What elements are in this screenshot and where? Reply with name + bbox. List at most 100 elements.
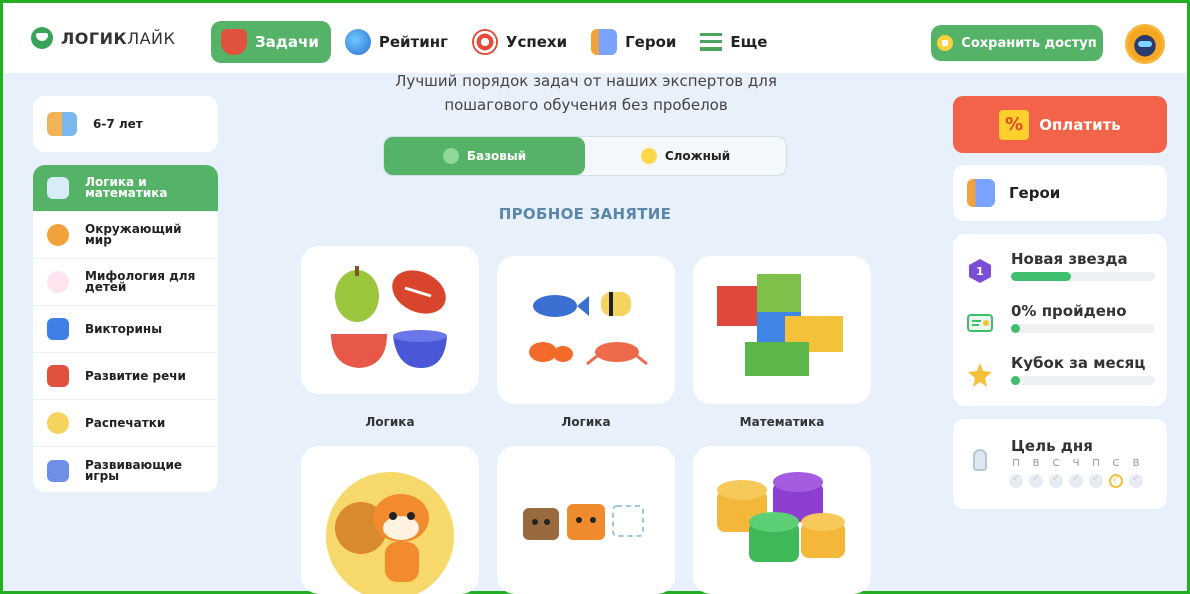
intro-text: Лучший порядок задач от наших экспертов … bbox=[343, 69, 829, 117]
subject-games[interactable]: Развивающие игры bbox=[33, 447, 218, 492]
fruits-cups-illustration bbox=[331, 266, 447, 368]
progress-title: Кубок за месяц bbox=[1011, 354, 1146, 372]
subject-logic-math[interactable]: Логика и математика bbox=[33, 165, 218, 212]
bee-icon bbox=[47, 412, 69, 434]
weekday-label: С bbox=[1112, 458, 1120, 469]
weekday-tracker: ПВСЧПСВ bbox=[1009, 458, 1143, 488]
progress-title: Новая звезда bbox=[1011, 250, 1128, 268]
weekday-label: В bbox=[1132, 458, 1140, 469]
nav-achievements[interactable]: Успехи bbox=[464, 21, 577, 63]
subject-label: Развивающие игры bbox=[85, 457, 183, 483]
robot-icon bbox=[47, 177, 69, 199]
subject-speech[interactable]: Развитие речи bbox=[33, 353, 218, 400]
logo-text: ЛОГИКЛАЙК bbox=[61, 28, 176, 48]
progress-bar bbox=[1011, 272, 1155, 281]
cylinders-illustration bbox=[717, 472, 845, 562]
intro-line-1: Лучший порядок задач от наших экспертов … bbox=[395, 72, 777, 90]
subject-label: Развитие речи bbox=[85, 368, 186, 383]
svg-text:1: 1 bbox=[976, 265, 984, 278]
progress-fill bbox=[1011, 324, 1020, 333]
task-card[interactable] bbox=[693, 446, 871, 594]
nav-label: Еще bbox=[730, 33, 768, 51]
fish-crab-illustration bbox=[529, 292, 648, 366]
robot-hero-icon bbox=[967, 179, 995, 207]
progress-row-cup: Кубок за месяц bbox=[967, 354, 1157, 398]
nav-label: Успехи bbox=[505, 33, 568, 51]
task-card[interactable] bbox=[497, 446, 675, 594]
lightbulb-icon bbox=[973, 449, 987, 471]
level-toggle: Базовый Сложный bbox=[383, 136, 787, 176]
subject-quizzes[interactable]: Викторины bbox=[33, 306, 218, 353]
progress-bar bbox=[1011, 376, 1155, 385]
card-label: Математика bbox=[739, 415, 825, 429]
certificate-icon bbox=[967, 314, 993, 332]
check-icon bbox=[1069, 473, 1083, 488]
heroes-card[interactable]: Герои bbox=[953, 165, 1167, 221]
logo[interactable]: ЛОГИКЛАЙК bbox=[31, 27, 175, 49]
nav-label: Задачи bbox=[255, 33, 319, 51]
subject-label: Мифология для детей bbox=[85, 269, 196, 294]
check-icon bbox=[1049, 473, 1063, 488]
weekday-label: П bbox=[1092, 458, 1100, 469]
top-bar: ЛОГИКЛАЙК Задачи Рейтинг Успехи Герои Ещ… bbox=[3, 3, 1187, 73]
level-basic-button[interactable]: Базовый bbox=[384, 137, 585, 175]
question-icon bbox=[47, 318, 69, 340]
card-label: Логика bbox=[365, 415, 415, 429]
weekday: В bbox=[1129, 458, 1143, 488]
kids-icon bbox=[47, 112, 77, 136]
age-label: 6-7 лет bbox=[93, 117, 143, 131]
main-nav: Задачи Рейтинг Успехи Герои Еще bbox=[211, 21, 777, 63]
intro-line-2: пошагового обучения без пробелов bbox=[444, 96, 728, 114]
weekday: П bbox=[1089, 458, 1103, 488]
subject-world[interactable]: Окружающий мир bbox=[33, 212, 218, 259]
nav-heroes[interactable]: Герои bbox=[583, 21, 686, 63]
nav-more[interactable]: Еще bbox=[692, 21, 777, 63]
weekday: В bbox=[1029, 458, 1043, 488]
task-card[interactable] bbox=[301, 446, 479, 594]
smile-icon bbox=[442, 148, 459, 164]
squirrel-illustration bbox=[326, 472, 454, 594]
pay-button[interactable]: % Оплатить bbox=[953, 96, 1167, 153]
task-card[interactable] bbox=[497, 256, 675, 404]
daily-goal-card: Цель дня П В С Ч П С В bbox=[953, 419, 1167, 509]
robot-hero-icon bbox=[591, 29, 618, 55]
age-selector[interactable]: 6-7 лет bbox=[33, 96, 218, 152]
section-title: ПРОБНОЕ ЗАНЯТИЕ bbox=[498, 205, 672, 223]
avatar[interactable] bbox=[1125, 24, 1165, 64]
check-icon bbox=[1089, 473, 1103, 488]
check-icon bbox=[1109, 474, 1123, 488]
level-hard-label: Сложный bbox=[664, 149, 731, 163]
fox-icon bbox=[47, 224, 69, 246]
nav-rating[interactable]: Рейтинг bbox=[337, 21, 458, 63]
subject-mythology[interactable]: Мифология для детей bbox=[33, 259, 218, 306]
task-card[interactable] bbox=[693, 256, 871, 404]
nav-label: Рейтинг bbox=[378, 33, 448, 51]
task-card[interactable] bbox=[301, 246, 479, 394]
save-access-button[interactable]: Сохранить доступ bbox=[931, 25, 1103, 61]
logo-cap-icon bbox=[31, 27, 53, 49]
subject-label: Распечатки bbox=[85, 415, 166, 430]
pay-label: Оплатить bbox=[1039, 115, 1121, 134]
globe-icon bbox=[344, 29, 371, 55]
progress-card: 1 Новая звезда 0% пройдено Кубок за меся… bbox=[953, 234, 1167, 406]
save-access-label: Сохранить доступ bbox=[961, 35, 1097, 51]
weekday: С bbox=[1049, 458, 1063, 488]
subject-printables[interactable]: Распечатки bbox=[33, 400, 218, 447]
card-label: Логика bbox=[561, 415, 611, 429]
dice-icon bbox=[47, 365, 69, 387]
thinking-face-icon bbox=[640, 148, 657, 164]
goal-title: Цель дня bbox=[1011, 437, 1093, 455]
menu-icon bbox=[700, 33, 723, 51]
trophy-icon bbox=[968, 363, 992, 387]
graduation-cap-icon bbox=[221, 29, 247, 55]
percent-icon: % bbox=[999, 109, 1030, 140]
check-icon bbox=[1009, 473, 1023, 488]
subject-label: Окружающий мир bbox=[85, 222, 182, 247]
level-hard-button[interactable]: Сложный bbox=[585, 137, 786, 175]
hexagon-badge-icon: 1 bbox=[969, 259, 991, 283]
lego-illustration bbox=[717, 274, 843, 376]
nav-tasks[interactable]: Задачи bbox=[211, 21, 331, 63]
progress-title: 0% пройдено bbox=[1011, 302, 1127, 320]
weekday: Ч bbox=[1069, 458, 1083, 488]
weekday-label: С bbox=[1052, 458, 1060, 469]
